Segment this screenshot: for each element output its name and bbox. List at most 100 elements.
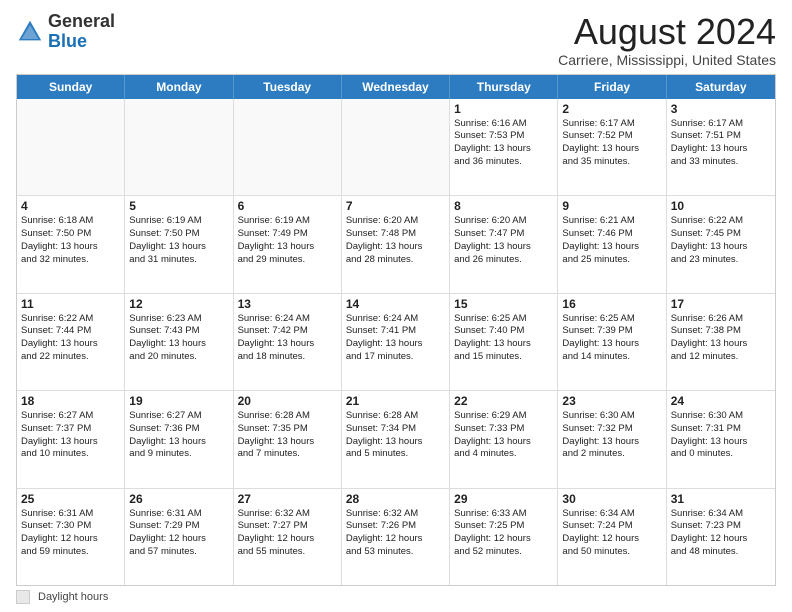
cell-line: and 20 minutes. <box>129 351 228 364</box>
calendar-cell: 21 Sunrise: 6:28 AMSunset: 7:34 PMDayligh… <box>342 391 450 487</box>
day-number: 27 <box>238 492 337 506</box>
cell-line: and 29 minutes. <box>238 254 337 267</box>
logo-icon <box>16 18 44 46</box>
calendar-week: 18Sunrise: 6:27 AMSunset: 7:37 PMDayligh… <box>17 391 775 488</box>
calendar-cell: 18Sunrise: 6:27 AMSunset: 7:37 PMDayligh… <box>17 391 125 487</box>
cell-line: Sunrise: 6:19 AM <box>129 215 228 228</box>
cell-line: Sunset: 7:35 PM <box>238 423 337 436</box>
cell-line: Sunrise: 6:20 AM <box>346 215 445 228</box>
cell-line: and 2 minutes. <box>562 448 661 461</box>
cell-line: Daylight: 13 hours <box>346 436 445 449</box>
calendar-cell <box>125 99 233 195</box>
calendar-cell: 3Sunrise: 6:17 AMSunset: 7:51 PMDaylight… <box>667 99 775 195</box>
cell-line: Sunset: 7:23 PM <box>671 520 771 533</box>
cell-line: and 12 minutes. <box>671 351 771 364</box>
calendar-cell: 31Sunrise: 6:34 AMSunset: 7:23 PMDayligh… <box>667 489 775 585</box>
day-number: 5 <box>129 199 228 213</box>
cell-line: Daylight: 13 hours <box>562 241 661 254</box>
cell-line: Sunrise: 6:25 AM <box>454 313 553 326</box>
page: General Blue August 2024 Carriere, Missi… <box>0 0 792 612</box>
cell-line: Daylight: 12 hours <box>671 533 771 546</box>
cell-line: Sunrise: 6:27 AM <box>21 410 120 423</box>
calendar-header-cell: Tuesday <box>234 75 342 99</box>
cell-line: Sunrise: 6:31 AM <box>129 508 228 521</box>
cell-line: Daylight: 13 hours <box>671 241 771 254</box>
cell-line: Sunset: 7:47 PM <box>454 228 553 241</box>
cell-line: and 25 minutes. <box>562 254 661 267</box>
cell-line: Sunrise: 6:28 AM <box>346 410 445 423</box>
cell-line: and 9 minutes. <box>129 448 228 461</box>
day-number: 3 <box>671 102 771 116</box>
cell-line: Daylight: 13 hours <box>21 241 120 254</box>
cell-line: Sunrise: 6:25 AM <box>562 313 661 326</box>
cell-line: and 55 minutes. <box>238 546 337 559</box>
day-number: 26 <box>129 492 228 506</box>
day-number: 8 <box>454 199 553 213</box>
calendar-cell: 2Sunrise: 6:17 AMSunset: 7:52 PMDaylight… <box>558 99 666 195</box>
day-number: 2 <box>562 102 661 116</box>
cell-line: and 32 minutes. <box>21 254 120 267</box>
calendar: SundayMondayTuesdayWednesdayThursdayFrid… <box>16 74 776 586</box>
calendar-cell: 19Sunrise: 6:27 AMSunset: 7:36 PMDayligh… <box>125 391 233 487</box>
cell-line: and 15 minutes. <box>454 351 553 364</box>
cell-line: Sunset: 7:37 PM <box>21 423 120 436</box>
cell-line: Sunrise: 6:26 AM <box>671 313 771 326</box>
calendar-cell <box>342 99 450 195</box>
cell-line: Daylight: 12 hours <box>21 533 120 546</box>
cell-line: Sunrise: 6:23 AM <box>129 313 228 326</box>
cell-line: and 33 minutes. <box>671 156 771 169</box>
calendar-cell: 24Sunrise: 6:30 AMSunset: 7:31 PMDayligh… <box>667 391 775 487</box>
day-number: 1 <box>454 102 553 116</box>
cell-line: and 48 minutes. <box>671 546 771 559</box>
calendar-header-cell: Friday <box>558 75 666 99</box>
calendar-cell: 8Sunrise: 6:20 AMSunset: 7:47 PMDaylight… <box>450 196 558 292</box>
cell-line: Sunrise: 6:24 AM <box>346 313 445 326</box>
calendar-cell: 9Sunrise: 6:21 AMSunset: 7:46 PMDaylight… <box>558 196 666 292</box>
calendar-body: 1Sunrise: 6:16 AMSunset: 7:53 PMDaylight… <box>17 99 775 585</box>
cell-line: and 35 minutes. <box>562 156 661 169</box>
cell-line: Sunrise: 6:31 AM <box>21 508 120 521</box>
cell-line: and 53 minutes. <box>346 546 445 559</box>
logo: General Blue <box>16 12 115 52</box>
cell-line: Sunset: 7:50 PM <box>129 228 228 241</box>
cell-line: Daylight: 13 hours <box>562 436 661 449</box>
cell-line: Sunset: 7:50 PM <box>21 228 120 241</box>
day-number: 16 <box>562 297 661 311</box>
cell-line: Sunrise: 6:34 AM <box>671 508 771 521</box>
cell-line: Sunset: 7:26 PM <box>346 520 445 533</box>
day-number: 29 <box>454 492 553 506</box>
logo-general-text: General <box>48 11 115 31</box>
calendar-cell: 26Sunrise: 6:31 AMSunset: 7:29 PMDayligh… <box>125 489 233 585</box>
calendar-cell: 17Sunrise: 6:26 AMSunset: 7:38 PMDayligh… <box>667 294 775 390</box>
cell-line: Daylight: 13 hours <box>562 143 661 156</box>
day-number: 20 <box>238 394 337 408</box>
cell-line: and 31 minutes. <box>129 254 228 267</box>
day-number: 25 <box>21 492 120 506</box>
calendar-week: 1Sunrise: 6:16 AMSunset: 7:53 PMDaylight… <box>17 99 775 196</box>
cell-line: Sunrise: 6:28 AM <box>238 410 337 423</box>
calendar-header-cell: Saturday <box>667 75 775 99</box>
cell-line: Daylight: 12 hours <box>129 533 228 546</box>
cell-line: Daylight: 13 hours <box>454 338 553 351</box>
cell-line: and 18 minutes. <box>238 351 337 364</box>
calendar-cell: 29Sunrise: 6:33 AMSunset: 7:25 PMDayligh… <box>450 489 558 585</box>
day-number: 19 <box>129 394 228 408</box>
cell-line: Daylight: 13 hours <box>671 338 771 351</box>
day-number: 17 <box>671 297 771 311</box>
day-number: 21 <box>346 394 445 408</box>
calendar-cell: 16Sunrise: 6:25 AMSunset: 7:39 PMDayligh… <box>558 294 666 390</box>
calendar-cell: 11Sunrise: 6:22 AMSunset: 7:44 PMDayligh… <box>17 294 125 390</box>
cell-line: Daylight: 13 hours <box>562 338 661 351</box>
cell-line: Sunset: 7:48 PM <box>346 228 445 241</box>
calendar-cell: 15Sunrise: 6:25 AMSunset: 7:40 PMDayligh… <box>450 294 558 390</box>
cell-line: Sunset: 7:34 PM <box>346 423 445 436</box>
day-number: 12 <box>129 297 228 311</box>
day-number: 13 <box>238 297 337 311</box>
calendar-cell: 7Sunrise: 6:20 AMSunset: 7:48 PMDaylight… <box>342 196 450 292</box>
cell-line: Sunrise: 6:22 AM <box>671 215 771 228</box>
cell-line: Sunset: 7:51 PM <box>671 130 771 143</box>
day-number: 24 <box>671 394 771 408</box>
calendar-cell: 22Sunrise: 6:29 AMSunset: 7:33 PMDayligh… <box>450 391 558 487</box>
cell-line: Sunrise: 6:22 AM <box>21 313 120 326</box>
cell-line: and 17 minutes. <box>346 351 445 364</box>
